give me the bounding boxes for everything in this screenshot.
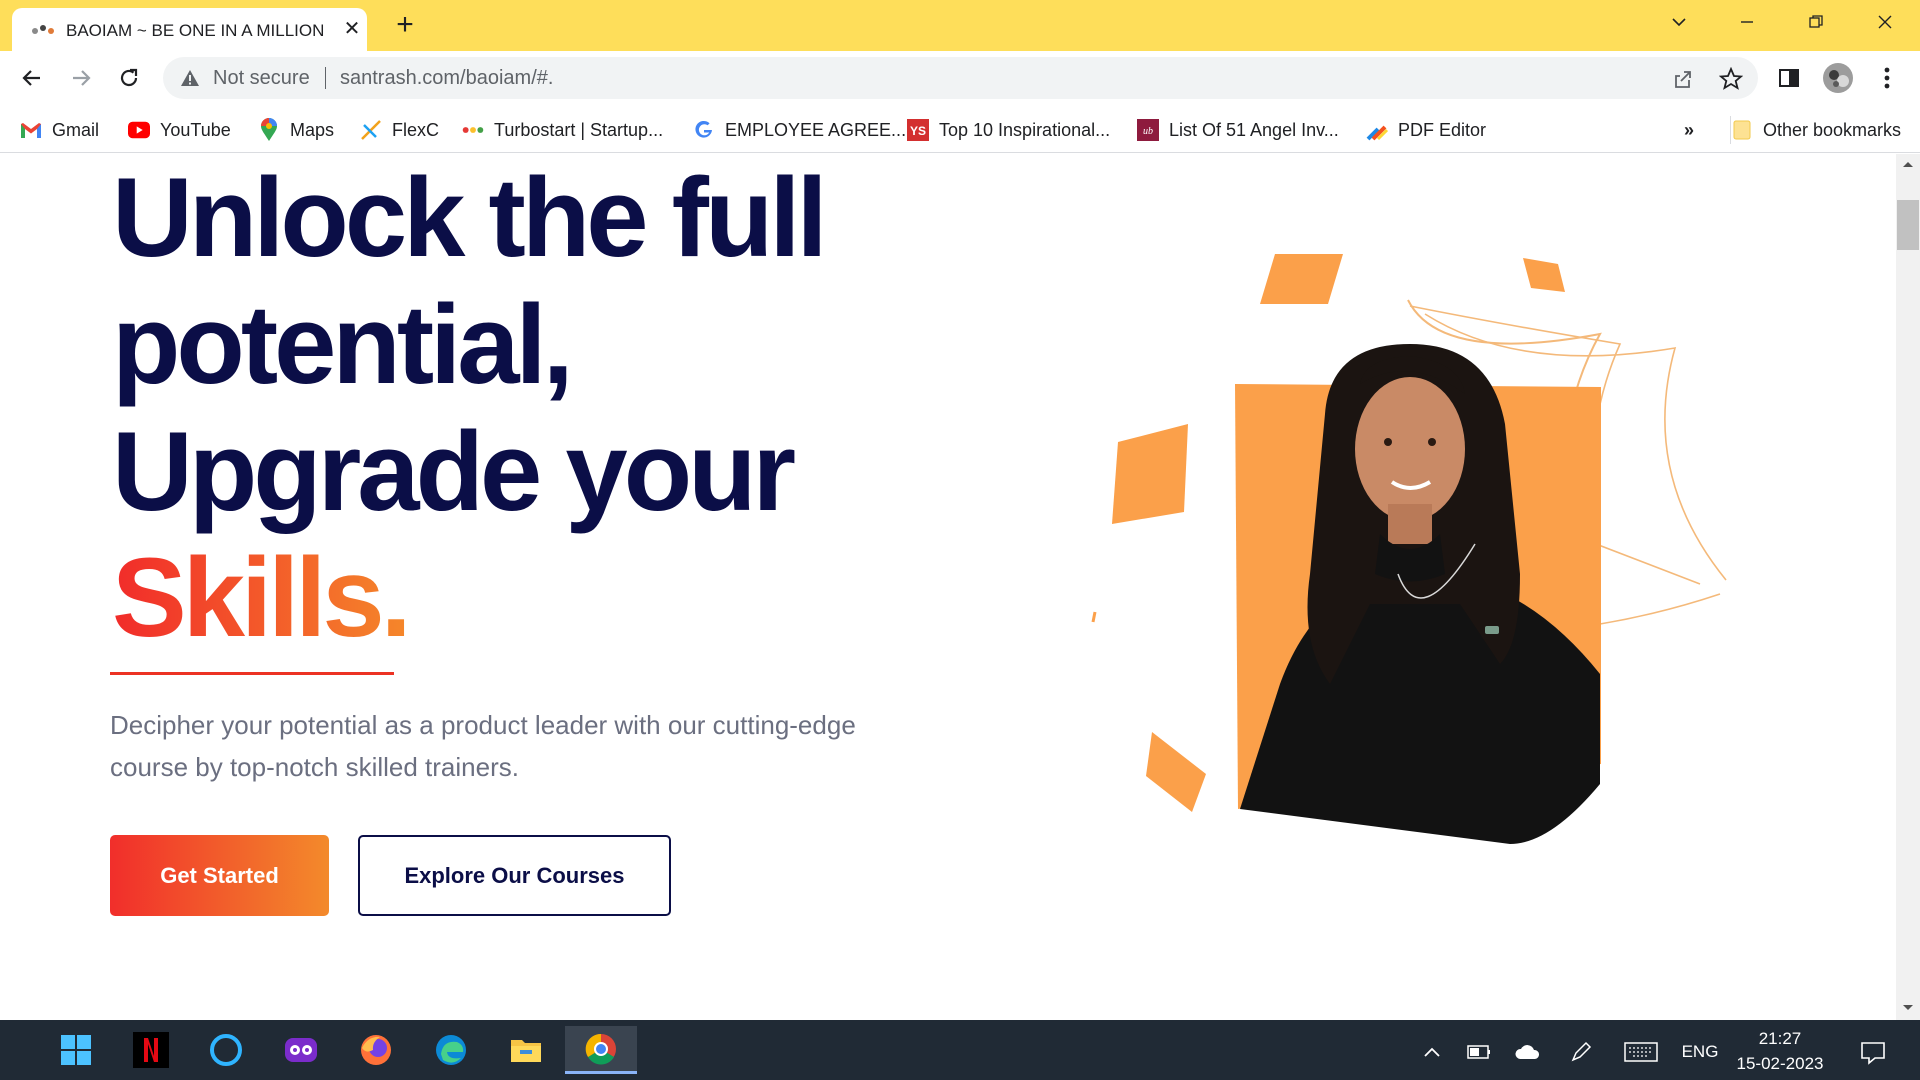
orange-shape bbox=[1146, 732, 1206, 812]
orange-shape bbox=[1260, 254, 1343, 304]
bookmark-label: EMPLOYEE AGREE... bbox=[725, 119, 907, 140]
media-icon[interactable] bbox=[277, 1026, 325, 1074]
ub-icon: ub bbox=[1137, 119, 1159, 141]
bookmark-label: Maps bbox=[290, 119, 335, 140]
new-tab-icon[interactable]: + bbox=[390, 10, 420, 41]
flexc-icon bbox=[360, 119, 382, 141]
clock-time: 21:27 bbox=[1758, 1029, 1802, 1048]
hero-headline: Unlock the full potential, Upgrade your bbox=[112, 154, 828, 535]
scrollbar-thumb[interactable] bbox=[1897, 200, 1919, 250]
other-bookmarks[interactable]: Other bookmarks bbox=[1731, 115, 1901, 145]
google-icon bbox=[693, 119, 715, 141]
hero-description: Decipher your potential as a product lea… bbox=[110, 710, 856, 782]
bookmark-label: Top 10 Inspirational... bbox=[939, 119, 1111, 140]
bookmark-label: PDF Editor bbox=[1398, 119, 1487, 140]
pdf-editor-icon bbox=[1366, 119, 1388, 141]
tab-search-icon[interactable] bbox=[1650, 0, 1708, 44]
turbostart-icon bbox=[462, 119, 484, 141]
bookmark-top-10-inspirational[interactable]: YS Top 10 Inspirational... bbox=[907, 115, 1110, 145]
tab-close-icon[interactable]: ✕ bbox=[340, 17, 364, 41]
cortana-icon[interactable] bbox=[202, 1026, 250, 1074]
language-indicator[interactable]: ENG bbox=[1680, 1038, 1720, 1066]
tray-expand-icon[interactable] bbox=[1418, 1038, 1446, 1066]
explore-courses-button[interactable]: Explore Our Courses bbox=[358, 835, 671, 916]
bookmark-employee-agreement[interactable]: EMPLOYEE AGREE... bbox=[693, 115, 906, 145]
side-panel-icon[interactable] bbox=[1773, 62, 1805, 94]
address-separator bbox=[325, 67, 326, 89]
address-bar[interactable]: Not secure santrash.com/baoiam/#. bbox=[163, 57, 1758, 99]
restore-icon[interactable] bbox=[1787, 0, 1845, 44]
headline-line-2: potential, bbox=[112, 282, 574, 407]
bookmark-label: FlexC bbox=[392, 119, 440, 140]
bookmark-label: Gmail bbox=[52, 119, 100, 140]
bookmark-label: List Of 51 Angel Inv... bbox=[1169, 119, 1339, 140]
browser-tab-strip: BAOIAM ~ BE ONE IN A MILLION ✕ + bbox=[0, 0, 1920, 51]
headline-line-1: Unlock the full bbox=[112, 155, 828, 280]
bookmarks-bar: Gmail YouTube Maps FlexC Turbostart | St… bbox=[0, 107, 1920, 153]
headline-underline bbox=[110, 672, 394, 675]
file-explorer-icon[interactable] bbox=[502, 1026, 550, 1074]
other-bookmarks-label: Other bookmarks bbox=[1763, 119, 1902, 140]
bookmark-flexc[interactable]: FlexC bbox=[360, 115, 439, 145]
bookmarks-overflow-button[interactable]: » bbox=[1684, 115, 1694, 145]
profile-avatar[interactable] bbox=[1822, 62, 1854, 94]
bookmark-label: Turbostart | Startup... bbox=[494, 119, 664, 140]
gmail-icon bbox=[20, 119, 42, 141]
bookmark-star-icon[interactable] bbox=[1718, 66, 1744, 92]
get-started-button[interactable]: Get Started bbox=[110, 835, 329, 916]
notifications-icon[interactable] bbox=[1855, 1038, 1891, 1068]
orange-shape bbox=[1112, 424, 1188, 524]
system-clock[interactable]: 21:27 15-02-2023 bbox=[1735, 1026, 1825, 1076]
keyboard-icon[interactable] bbox=[1623, 1038, 1659, 1066]
reload-icon[interactable] bbox=[109, 60, 149, 96]
start-icon[interactable] bbox=[52, 1026, 100, 1074]
page-content: Unlock the full potential, Upgrade your … bbox=[0, 154, 1896, 1020]
chrome-icon[interactable] bbox=[565, 1026, 637, 1074]
folder-icon bbox=[1731, 119, 1753, 141]
minimize-icon[interactable] bbox=[1718, 0, 1776, 44]
bookmark-youtube[interactable]: YouTube bbox=[128, 115, 231, 145]
sketch-frame bbox=[1599, 593, 1721, 625]
orange-shape bbox=[1523, 258, 1565, 292]
svg-text:ub: ub bbox=[1143, 126, 1153, 137]
netflix-icon[interactable] bbox=[127, 1026, 175, 1074]
close-window-icon[interactable] bbox=[1856, 0, 1914, 44]
maps-icon bbox=[258, 118, 280, 141]
youtube-icon bbox=[128, 119, 150, 141]
bookmark-maps[interactable]: Maps bbox=[258, 115, 334, 145]
edge-icon[interactable] bbox=[427, 1026, 475, 1074]
battery-icon[interactable] bbox=[1465, 1038, 1493, 1066]
page-scrollbar[interactable] bbox=[1896, 154, 1920, 1020]
bookmark-pdf-editor[interactable]: PDF Editor bbox=[1366, 115, 1486, 145]
headline-line-3: Upgrade your bbox=[112, 409, 796, 534]
browser-tab[interactable]: BAOIAM ~ BE ONE IN A MILLION ✕ bbox=[12, 8, 367, 51]
bookmark-gmail[interactable]: Gmail bbox=[20, 115, 99, 145]
forward-icon[interactable] bbox=[61, 60, 101, 96]
security-label[interactable]: Not secure bbox=[213, 67, 310, 90]
onedrive-icon[interactable] bbox=[1512, 1038, 1542, 1066]
baoiam-favicon-icon bbox=[32, 25, 54, 34]
headline-highlight: Skills. bbox=[112, 535, 412, 660]
bookmark-angel-investors[interactable]: ub List Of 51 Angel Inv... bbox=[1137, 115, 1339, 145]
tab-title: BAOIAM ~ BE ONE IN A MILLION bbox=[66, 21, 325, 40]
back-icon[interactable] bbox=[12, 60, 52, 96]
url-text[interactable]: santrash.com/baoiam/#. bbox=[340, 67, 553, 90]
orange-shape bbox=[1091, 611, 1097, 623]
svg-text:YS: YS bbox=[910, 124, 926, 138]
pen-icon[interactable] bbox=[1567, 1038, 1595, 1066]
firefox-icon[interactable] bbox=[352, 1026, 400, 1074]
hero-illustration bbox=[1091, 254, 1727, 844]
share-icon[interactable] bbox=[1670, 66, 1696, 92]
clock-date: 15-02-2023 bbox=[1736, 1054, 1824, 1073]
bookmark-turbostart[interactable]: Turbostart | Startup... bbox=[462, 115, 663, 145]
warning-icon[interactable] bbox=[179, 67, 201, 89]
yourstory-icon: YS bbox=[907, 119, 929, 141]
menu-icon[interactable] bbox=[1871, 62, 1903, 94]
bookmark-label: YouTube bbox=[160, 119, 231, 140]
